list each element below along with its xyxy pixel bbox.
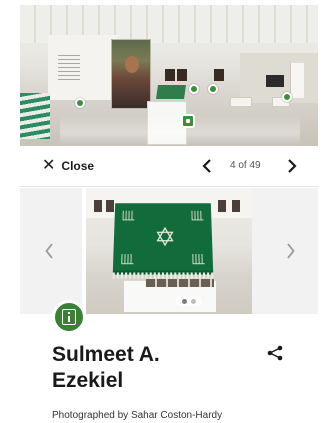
title-line: Ezekiel [52,369,124,392]
carousel-prev-button[interactable] [41,241,57,261]
gallery-view[interactable] [20,5,318,146]
green-display-table [156,85,186,99]
close-label: Close [61,159,95,173]
active-hotspot-marker[interactable] [181,114,195,128]
gallery-stairs [20,93,50,139]
wall-artwork [165,69,175,81]
hotspot-marker[interactable] [189,84,199,94]
portrait-artwork [111,39,151,109]
right-margin [318,0,327,423]
gallery-pedestal [230,97,252,107]
carousel-next-button[interactable] [282,241,298,261]
share-icon [267,345,283,361]
left-margin [0,0,20,423]
info-badge [52,300,86,334]
hotspot-marker[interactable] [208,84,218,94]
carousel-pagination[interactable] [176,296,202,306]
title-line: Sulmeet A. [52,343,160,366]
floor-reflection [60,115,300,145]
hotspot-marker[interactable] [282,92,292,102]
wall-artwork [177,69,187,81]
close-button[interactable]: ✕ Close [42,157,94,175]
share-button[interactable] [266,344,284,362]
chevron-left-icon [202,159,211,173]
video-screen [266,75,284,87]
chevron-right-icon [288,159,297,173]
close-icon: ✕ [42,157,56,174]
item-counter: 4 of 49 [230,160,261,171]
mobile-frame: ✕ Close 4 of 49 ✡ Sulmeet A. Ezekiel Pho… [0,0,327,423]
star-of-david-icon: ✡ [154,222,177,253]
item-title: Sulmeet A. Ezekiel [52,342,252,394]
image-carousel[interactable]: ✡ [20,188,318,314]
wall-artwork [214,69,224,81]
chevron-left-icon [44,243,53,259]
green-tablecloth: ✡ [112,203,214,279]
photo-strip [146,279,214,287]
carousel-image[interactable]: ✡ [86,188,252,314]
item-nav-bar: ✕ Close 4 of 49 [20,146,318,187]
gallery-door [290,63,304,98]
next-item-button[interactable] [282,155,302,177]
pagination-dot[interactable] [191,298,196,304]
wall-text-panel [58,55,80,81]
hotspot-marker[interactable] [75,98,85,108]
pagination-dot-active[interactable] [182,298,187,304]
info-icon [62,309,76,325]
chevron-right-icon [286,243,295,259]
photo-credit: Photographed by Sahar Coston-Hardy [52,410,223,421]
previous-item-button[interactable] [197,155,217,177]
